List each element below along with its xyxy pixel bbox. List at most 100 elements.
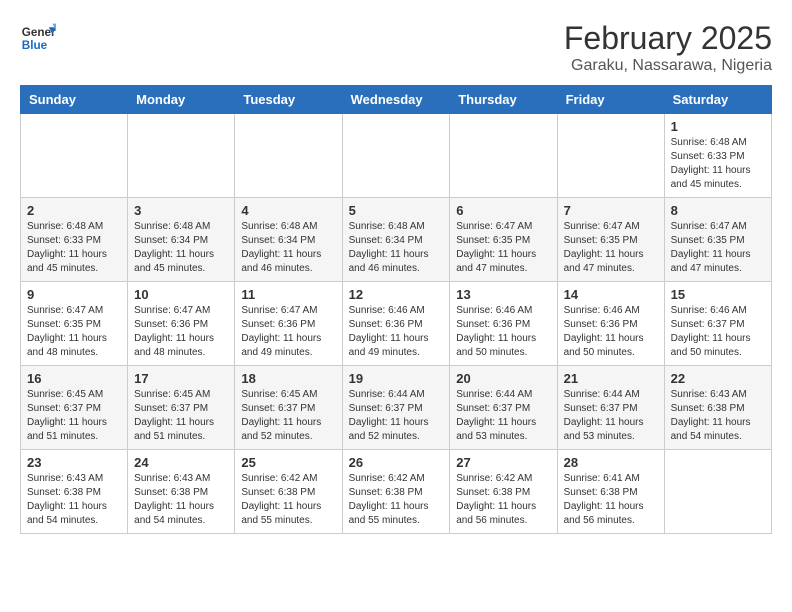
day-number: 24 <box>134 455 228 470</box>
weekday-header-thursday: Thursday <box>450 86 557 114</box>
calendar-cell: 2 Sunrise: 6:48 AM Sunset: 6:33 PM Daylig… <box>21 198 128 282</box>
day-number: 3 <box>134 203 228 218</box>
weekday-header-wednesday: Wednesday <box>342 86 450 114</box>
day-info: Sunrise: 6:47 AM Sunset: 6:35 PM Dayligh… <box>671 220 765 276</box>
day-number: 5 <box>349 203 444 218</box>
day-number: 6 <box>456 203 550 218</box>
calendar-cell: 11 Sunrise: 6:47 AM Sunset: 6:36 PM Dayli… <box>235 282 342 366</box>
calendar-cell: 28Sunrise: 6:41 AM Sunset: 6:38 PM Dayli… <box>557 450 664 534</box>
calendar-cell <box>342 114 450 198</box>
day-number: 4 <box>241 203 335 218</box>
day-info: Sunrise: 6:45 AM Sunset: 6:37 PM Dayligh… <box>27 388 121 444</box>
day-info: Sunrise: 6:48 AM Sunset: 6:33 PM Dayligh… <box>27 220 121 276</box>
page-subtitle: Garaku, Nassarawa, Nigeria <box>564 57 772 75</box>
day-number: 16 <box>27 371 121 386</box>
day-number: 2 <box>27 203 121 218</box>
calendar-cell <box>235 114 342 198</box>
svg-text:Blue: Blue <box>22 39 48 52</box>
calendar-cell <box>21 114 128 198</box>
day-number: 18 <box>241 371 335 386</box>
day-info: Sunrise: 6:47 AM Sunset: 6:36 PM Dayligh… <box>134 304 228 360</box>
calendar-table: SundayMondayTuesdayWednesdayThursdayFrid… <box>20 85 772 534</box>
day-info: Sunrise: 6:47 AM Sunset: 6:35 PM Dayligh… <box>456 220 550 276</box>
calendar-cell: 9Sunrise: 6:47 AM Sunset: 6:35 PM Daylig… <box>21 282 128 366</box>
calendar-cell: 14Sunrise: 6:46 AM Sunset: 6:36 PM Dayli… <box>557 282 664 366</box>
title-block: February 2025 Garaku, Nassarawa, Nigeria <box>564 20 772 75</box>
day-info: Sunrise: 6:47 AM Sunset: 6:35 PM Dayligh… <box>564 220 658 276</box>
calendar-cell: 20 Sunrise: 6:44 AM Sunset: 6:37 PM Dayli… <box>450 366 557 450</box>
calendar-cell <box>557 114 664 198</box>
day-number: 17 <box>134 371 228 386</box>
day-info: Sunrise: 6:43 AM Sunset: 6:38 PM Dayligh… <box>671 388 765 444</box>
weekday-header-tuesday: Tuesday <box>235 86 342 114</box>
day-info: Sunrise: 6:48 AM Sunset: 6:34 PM Dayligh… <box>349 220 444 276</box>
calendar-cell: 3 Sunrise: 6:48 AM Sunset: 6:34 PM Daylig… <box>128 198 235 282</box>
day-number: 12 <box>349 287 444 302</box>
week-row-1: 1 Sunrise: 6:48 AM Sunset: 6:33 PM Daylig… <box>21 114 772 198</box>
day-info: Sunrise: 6:44 AM Sunset: 6:37 PM Dayligh… <box>456 388 550 444</box>
day-info: Sunrise: 6:44 AM Sunset: 6:37 PM Dayligh… <box>349 388 444 444</box>
weekday-header-monday: Monday <box>128 86 235 114</box>
day-number: 26 <box>349 455 444 470</box>
day-number: 21 <box>564 371 658 386</box>
day-number: 8 <box>671 203 765 218</box>
calendar-cell: 10Sunrise: 6:47 AM Sunset: 6:36 PM Dayli… <box>128 282 235 366</box>
day-info: Sunrise: 6:48 AM Sunset: 6:34 PM Dayligh… <box>134 220 228 276</box>
week-row-4: 16 Sunrise: 6:45 AM Sunset: 6:37 PM Dayli… <box>21 366 772 450</box>
day-number: 13 <box>456 287 550 302</box>
day-info: Sunrise: 6:42 AM Sunset: 6:38 PM Dayligh… <box>456 472 550 528</box>
calendar-cell: 6 Sunrise: 6:47 AM Sunset: 6:35 PM Daylig… <box>450 198 557 282</box>
calendar-cell: 17 Sunrise: 6:45 AM Sunset: 6:37 PM Dayli… <box>128 366 235 450</box>
day-info: Sunrise: 6:45 AM Sunset: 6:37 PM Dayligh… <box>134 388 228 444</box>
calendar-cell: 24 Sunrise: 6:43 AM Sunset: 6:38 PM Dayli… <box>128 450 235 534</box>
day-info: Sunrise: 6:43 AM Sunset: 6:38 PM Dayligh… <box>27 472 121 528</box>
day-info: Sunrise: 6:42 AM Sunset: 6:38 PM Dayligh… <box>349 472 444 528</box>
calendar-cell <box>664 450 771 534</box>
calendar-cell: 13 Sunrise: 6:46 AM Sunset: 6:36 PM Dayli… <box>450 282 557 366</box>
calendar-cell <box>128 114 235 198</box>
day-number: 22 <box>671 371 765 386</box>
logo: General Blue <box>20 20 56 56</box>
day-info: Sunrise: 6:46 AM Sunset: 6:36 PM Dayligh… <box>564 304 658 360</box>
day-info: Sunrise: 6:41 AM Sunset: 6:38 PM Dayligh… <box>564 472 658 528</box>
day-info: Sunrise: 6:43 AM Sunset: 6:38 PM Dayligh… <box>134 472 228 528</box>
day-number: 27 <box>456 455 550 470</box>
calendar-cell: 4 Sunrise: 6:48 AM Sunset: 6:34 PM Daylig… <box>235 198 342 282</box>
weekday-header-row: SundayMondayTuesdayWednesdayThursdayFrid… <box>21 86 772 114</box>
day-number: 20 <box>456 371 550 386</box>
day-number: 19 <box>349 371 444 386</box>
week-row-5: 23 Sunrise: 6:43 AM Sunset: 6:38 PM Dayli… <box>21 450 772 534</box>
day-number: 7 <box>564 203 658 218</box>
day-info: Sunrise: 6:44 AM Sunset: 6:37 PM Dayligh… <box>564 388 658 444</box>
day-info: Sunrise: 6:48 AM Sunset: 6:34 PM Dayligh… <box>241 220 335 276</box>
calendar-cell <box>450 114 557 198</box>
logo-icon: General Blue <box>20 20 56 56</box>
calendar-cell: 26 Sunrise: 6:42 AM Sunset: 6:38 PM Dayli… <box>342 450 450 534</box>
calendar-cell: 27 Sunrise: 6:42 AM Sunset: 6:38 PM Dayli… <box>450 450 557 534</box>
day-number: 23 <box>27 455 121 470</box>
day-info: Sunrise: 6:48 AM Sunset: 6:33 PM Dayligh… <box>671 136 765 192</box>
day-number: 15 <box>671 287 765 302</box>
day-number: 11 <box>241 287 335 302</box>
calendar-cell: 18 Sunrise: 6:45 AM Sunset: 6:37 PM Dayli… <box>235 366 342 450</box>
calendar-cell: 23 Sunrise: 6:43 AM Sunset: 6:38 PM Dayli… <box>21 450 128 534</box>
day-number: 25 <box>241 455 335 470</box>
calendar-cell: 16 Sunrise: 6:45 AM Sunset: 6:37 PM Dayli… <box>21 366 128 450</box>
day-info: Sunrise: 6:46 AM Sunset: 6:36 PM Dayligh… <box>349 304 444 360</box>
calendar-cell: 8 Sunrise: 6:47 AM Sunset: 6:35 PM Daylig… <box>664 198 771 282</box>
day-info: Sunrise: 6:47 AM Sunset: 6:35 PM Dayligh… <box>27 304 121 360</box>
day-info: Sunrise: 6:42 AM Sunset: 6:38 PM Dayligh… <box>241 472 335 528</box>
calendar-cell: 22 Sunrise: 6:43 AM Sunset: 6:38 PM Dayli… <box>664 366 771 450</box>
day-info: Sunrise: 6:47 AM Sunset: 6:36 PM Dayligh… <box>241 304 335 360</box>
day-info: Sunrise: 6:46 AM Sunset: 6:37 PM Dayligh… <box>671 304 765 360</box>
page-header: General Blue February 2025 Garaku, Nassa… <box>20 20 772 75</box>
week-row-2: 2 Sunrise: 6:48 AM Sunset: 6:33 PM Daylig… <box>21 198 772 282</box>
calendar-cell: 15 Sunrise: 6:46 AM Sunset: 6:37 PM Dayli… <box>664 282 771 366</box>
calendar-cell: 7 Sunrise: 6:47 AM Sunset: 6:35 PM Daylig… <box>557 198 664 282</box>
day-number: 1 <box>671 119 765 134</box>
calendar-cell: 21 Sunrise: 6:44 AM Sunset: 6:37 PM Dayli… <box>557 366 664 450</box>
day-info: Sunrise: 6:46 AM Sunset: 6:36 PM Dayligh… <box>456 304 550 360</box>
day-info: Sunrise: 6:45 AM Sunset: 6:37 PM Dayligh… <box>241 388 335 444</box>
calendar-cell: 12 Sunrise: 6:46 AM Sunset: 6:36 PM Dayli… <box>342 282 450 366</box>
calendar-cell: 25 Sunrise: 6:42 AM Sunset: 6:38 PM Dayli… <box>235 450 342 534</box>
